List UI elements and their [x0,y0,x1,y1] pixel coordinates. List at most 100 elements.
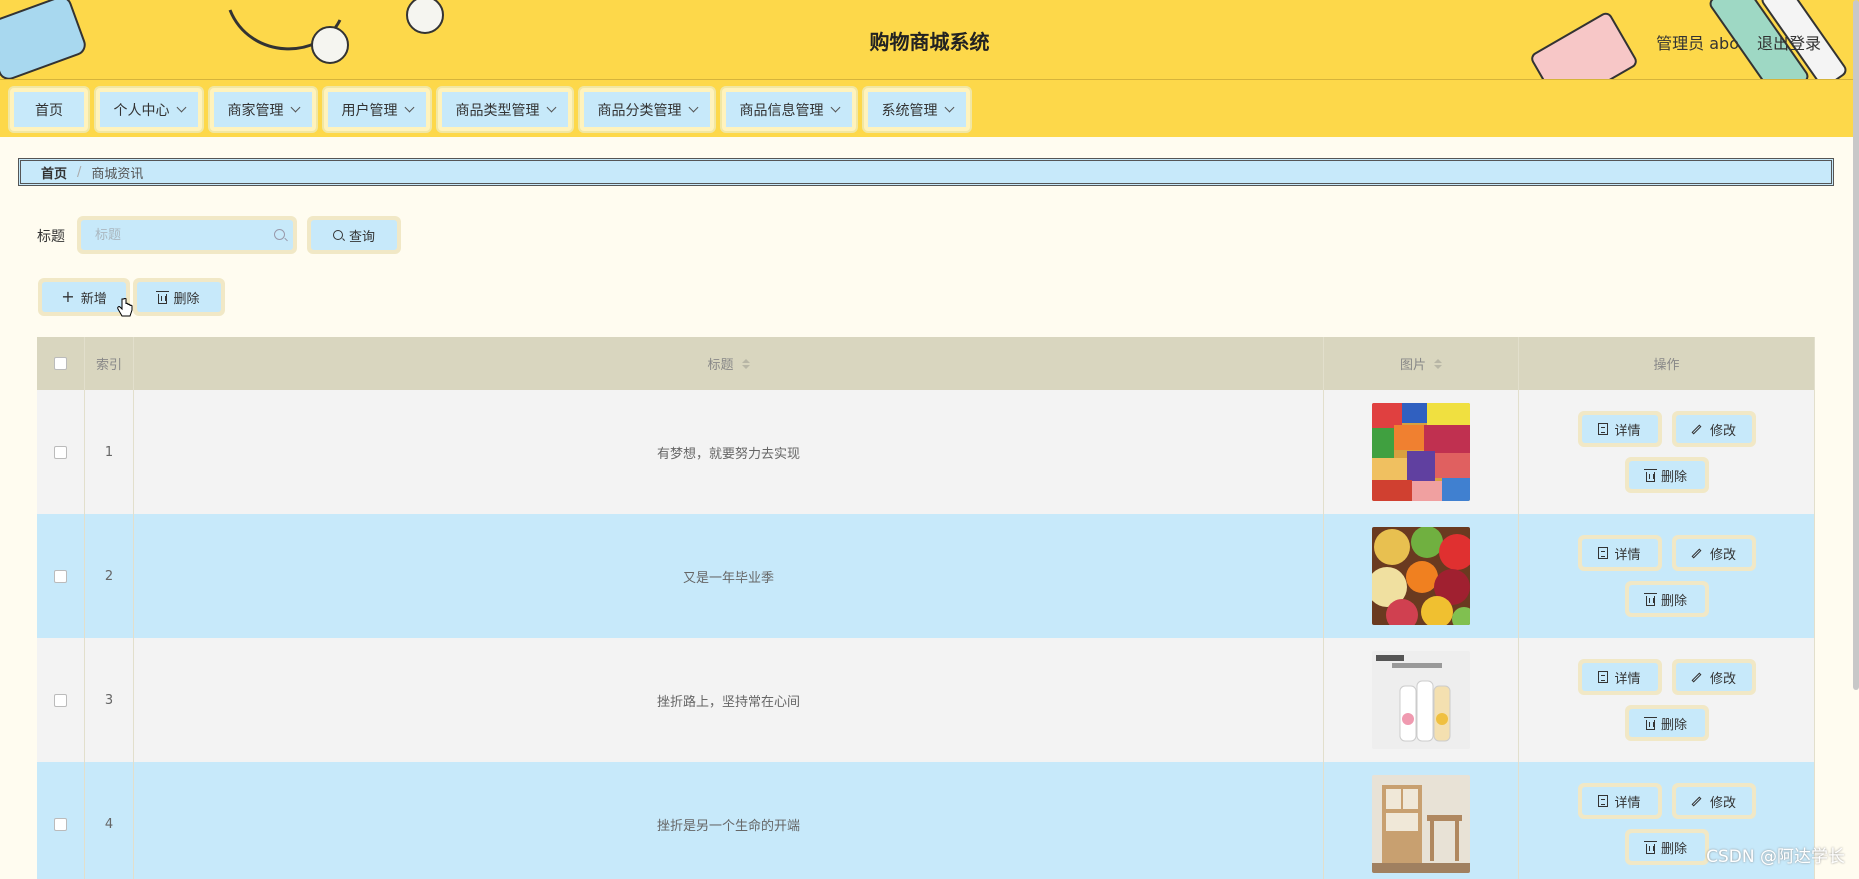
nav-item-product-types[interactable]: 商品类型管理 [436,86,574,133]
app-header: 购物商城系统 管理员 abo 退出登录 [0,0,1859,80]
edit-button[interactable]: 修改 [1671,659,1756,695]
table-row: 2 又是一年毕业季 详情 修改 删除 [37,514,1815,638]
nav-item-label: 商品分类管理 [597,102,682,119]
col-header-title[interactable]: 标题 [134,337,1324,390]
bulk-delete-button[interactable]: 删除 [133,278,225,316]
search-icon [332,230,343,240]
thumbnail-fruit[interactable] [1372,527,1470,625]
col-header-image[interactable]: 图片 [1324,337,1519,390]
search-button[interactable]: 查询 [307,216,401,254]
nav-item-product-categories[interactable]: 商品分类管理 [578,86,716,133]
row-index: 4 [85,762,134,879]
detail-button[interactable]: 详情 [1577,659,1662,695]
sort-icon [1434,358,1442,369]
nav-item-home[interactable]: 首页 [8,86,90,133]
delete-button[interactable]: 删除 [1624,457,1709,493]
edit-icon [1691,672,1702,682]
breadcrumb: 首页 / 商城资讯 [18,158,1834,186]
sort-icon [741,358,750,369]
nav-item-label: 首页 [35,102,63,119]
col-header-index: 索引 [85,337,134,390]
detail-button-label: 详情 [1614,795,1641,811]
hand-cursor-icon [117,298,133,317]
page-scrollbar[interactable] [1853,0,1859,690]
row-checkbox[interactable] [54,569,67,583]
breadcrumb-current: 商城资讯 [91,166,144,182]
nav-item-users[interactable]: 用户管理 [322,86,432,133]
edit-button-label: 修改 [1709,795,1736,811]
trash-icon [1643,716,1657,730]
edit-button-label: 修改 [1709,671,1736,687]
trash-icon [1643,592,1657,606]
breadcrumb-separator: / [77,164,82,180]
detail-button-label: 详情 [1614,423,1641,439]
delete-button-label: 删除 [1660,717,1687,733]
chevron-down-icon [546,102,556,113]
document-icon [1598,547,1609,559]
search-label: 标题 [37,229,65,245]
chevron-down-icon [688,102,698,113]
edit-icon [1691,424,1702,434]
edit-button-label: 修改 [1709,547,1736,563]
detail-button[interactable]: 详情 [1577,411,1662,447]
nav-item-merchant[interactable]: 商家管理 [208,86,318,133]
row-index: 1 [85,390,134,514]
edit-icon [1691,548,1702,558]
delete-button[interactable]: 删除 [1624,829,1709,865]
edit-button[interactable]: 修改 [1671,783,1756,819]
detail-button[interactable]: 详情 [1577,535,1662,571]
row-title: 挫折路上，坚持常在心间 [134,638,1324,762]
col-header-ops: 操作 [1519,337,1815,390]
nav-item-system[interactable]: 系统管理 [862,86,972,133]
table-row: 3 挫折路上，坚持常在心间 详情 修改 删除 [37,638,1815,762]
search-icon [274,229,285,240]
thumbnail-furniture[interactable] [1372,775,1470,873]
nav-item-label: 系统管理 [881,102,938,119]
nav-item-personal-center[interactable]: 个人中心 [94,86,204,133]
nav-item-label: 用户管理 [341,102,398,119]
select-all-checkbox[interactable] [54,357,67,370]
current-user: 管理员 abo [1656,34,1739,53]
row-checkbox[interactable] [54,817,67,831]
chevron-down-icon [944,102,954,113]
col-header-image-label: 图片 [1399,358,1426,373]
nav-item-product-info[interactable]: 商品信息管理 [720,86,858,133]
delete-button[interactable]: 删除 [1624,705,1709,741]
nav-item-label: 商品信息管理 [739,102,824,119]
main-nav: 首页 个人中心 商家管理 用户管理 商品类型管理 商品分类管理 商品信息管理 系… [0,80,1859,137]
edit-button[interactable]: 修改 [1671,411,1756,447]
delete-button-label: 删除 [1660,469,1687,485]
search-input[interactable] [81,220,293,250]
row-index: 2 [85,514,134,638]
thumbnail-snacks[interactable] [1372,403,1470,501]
col-header-title-label: 标题 [707,358,734,373]
page-title: 购物商城系统 [869,30,990,54]
detail-button-label: 详情 [1614,671,1641,687]
nav-item-label: 商家管理 [227,102,284,119]
search-button-label: 查询 [348,229,375,245]
delete-button[interactable]: 删除 [1624,581,1709,617]
plus-icon: + [61,287,75,306]
row-checkbox[interactable] [54,693,67,707]
search-field [77,216,297,254]
thumbnail-drinks[interactable] [1372,651,1470,749]
logout-button[interactable]: 退出登录 [1757,30,1821,54]
detail-button[interactable]: 详情 [1577,783,1662,819]
nav-item-label: 个人中心 [113,102,170,119]
table-header: 索引 标题 图片 操作 [37,337,1815,390]
row-index: 3 [85,638,134,762]
row-title: 又是一年毕业季 [134,514,1324,638]
breadcrumb-home[interactable]: 首页 [41,163,67,182]
edit-button[interactable]: 修改 [1671,535,1756,571]
bulk-delete-button-label: 删除 [173,291,200,307]
edit-button-label: 修改 [1709,423,1736,439]
row-title: 挫折是另一个生命的开端 [134,762,1324,879]
table-row: 4 挫折是另一个生命的开端 详情 修改 删除 [37,762,1815,879]
row-checkbox[interactable] [54,445,67,459]
chevron-down-icon [404,102,414,113]
news-table: 索引 标题 图片 操作 1 有梦想，就要努力去实现 详情 修改 删除 2 又是一… [37,337,1815,879]
row-title: 有梦想，就要努力去实现 [134,390,1324,514]
chevron-down-icon [290,102,300,113]
delete-button-label: 删除 [1660,841,1687,857]
document-icon [1598,423,1609,435]
